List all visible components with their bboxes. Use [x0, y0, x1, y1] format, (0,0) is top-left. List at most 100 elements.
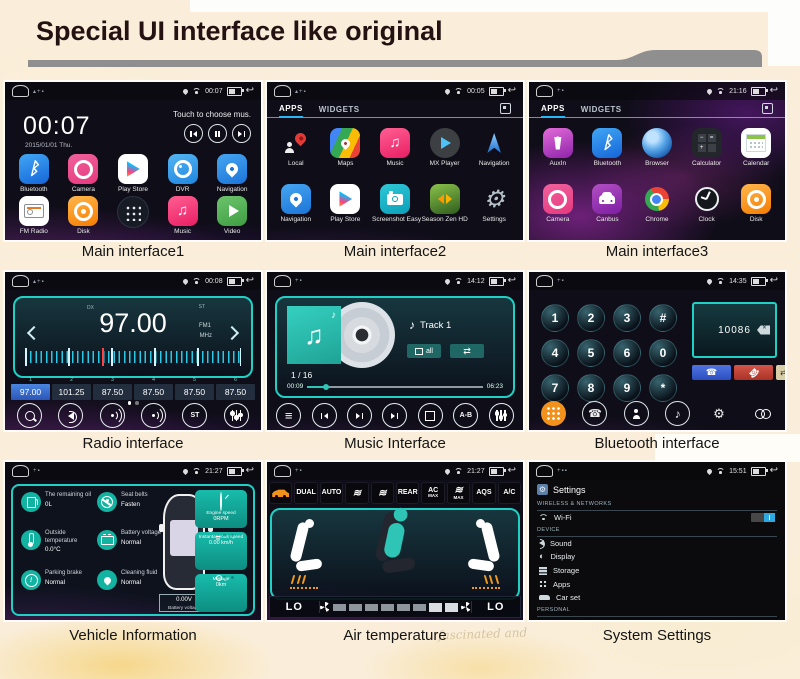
- app-calendar[interactable]: Calendar: [733, 128, 779, 167]
- repeat-all-button[interactable]: all: [407, 344, 441, 358]
- dialpad-tab[interactable]: [541, 401, 566, 426]
- pause-button[interactable]: [208, 124, 227, 143]
- key-6[interactable]: 6: [613, 339, 641, 367]
- hangup-button[interactable]: [734, 365, 773, 380]
- tab-apps[interactable]: APPS: [279, 104, 303, 118]
- equalizer-button[interactable]: [489, 403, 514, 428]
- app-bluetooth[interactable]: Bluetooth: [11, 154, 57, 193]
- home-icon[interactable]: [536, 275, 553, 287]
- key-0[interactable]: 0: [649, 339, 677, 367]
- key-9[interactable]: 9: [613, 374, 641, 402]
- bt-settings-tab[interactable]: [706, 401, 731, 426]
- app-play-store[interactable]: Play Store: [322, 184, 368, 223]
- market-icon[interactable]: [500, 103, 511, 114]
- ab-repeat-button[interactable]: A-B: [453, 403, 478, 428]
- aqs-button[interactable]: AQS: [472, 482, 495, 504]
- prev-track-button[interactable]: [184, 124, 203, 143]
- row-sound[interactable]: Sound: [529, 537, 785, 551]
- tab-apps[interactable]: APPS: [541, 104, 565, 118]
- app-video[interactable]: Video: [209, 196, 255, 235]
- row-car-set[interactable]: Car set: [529, 591, 785, 605]
- app-navigation[interactable]: Navigation: [273, 184, 319, 223]
- row-apps[interactable]: Apps: [529, 577, 785, 591]
- pty-button[interactable]: [141, 403, 166, 428]
- prev-button[interactable]: [312, 403, 337, 428]
- home-icon[interactable]: [536, 465, 553, 477]
- key-hash[interactable]: #: [649, 304, 677, 332]
- row-wifi[interactable]: Wi-Fi: [529, 511, 785, 525]
- audio-transfer-button[interactable]: [776, 365, 785, 380]
- rds-button[interactable]: [100, 403, 125, 428]
- key-star[interactable]: *: [649, 374, 677, 402]
- app-settings[interactable]: Settings: [471, 184, 517, 223]
- app-navigation-arrow[interactable]: Navigation: [471, 128, 517, 167]
- app-camera[interactable]: Camera: [60, 154, 106, 193]
- back-icon[interactable]: ↩: [246, 276, 254, 286]
- app-screenshot-easy[interactable]: Screenshot Easy: [372, 184, 418, 223]
- dual-button[interactable]: DUAL: [294, 482, 317, 504]
- app-auxin[interactable]: AuxIn: [535, 128, 581, 167]
- app-fm-radio[interactable]: FM Radio: [11, 196, 57, 235]
- tab-widgets[interactable]: WIDGETS: [319, 105, 360, 117]
- preset-1[interactable]: 197.00: [11, 384, 50, 400]
- app-disk[interactable]: Disk: [733, 184, 779, 223]
- playlist-button[interactable]: [276, 403, 301, 428]
- auto-button[interactable]: AUTO: [320, 482, 343, 504]
- preset-6[interactable]: 687.50: [216, 384, 255, 400]
- back-icon[interactable]: ↩: [508, 466, 516, 476]
- tab-widgets[interactable]: WIDGETS: [581, 105, 622, 117]
- home-icon[interactable]: [274, 275, 291, 287]
- right-temp-value[interactable]: LO: [471, 601, 521, 613]
- stop-button[interactable]: [418, 403, 443, 428]
- contacts-tab[interactable]: [624, 401, 649, 426]
- call-log-tab[interactable]: [582, 401, 607, 426]
- app-local[interactable]: Local: [273, 128, 319, 167]
- app-maps[interactable]: Maps: [322, 128, 368, 167]
- wifi-toggle[interactable]: [751, 513, 775, 522]
- left-temp-value[interactable]: LO: [270, 601, 320, 613]
- key-4[interactable]: 4: [541, 339, 569, 367]
- max-fan-button[interactable]: MAX: [447, 482, 470, 504]
- home-icon[interactable]: [274, 465, 291, 477]
- home-icon[interactable]: [12, 275, 29, 287]
- frequency-ruler[interactable]: [25, 348, 241, 366]
- key-8[interactable]: 8: [577, 374, 605, 402]
- app-canbus[interactable]: Canbus: [584, 184, 630, 223]
- ac-max-button[interactable]: ACMAX: [421, 482, 444, 504]
- stereo-button[interactable]: ST: [182, 403, 207, 428]
- loudness-button[interactable]: [58, 403, 83, 428]
- next-track-button[interactable]: [232, 124, 251, 143]
- front-defrost-button[interactable]: [345, 482, 368, 504]
- shuffle-button[interactable]: [450, 344, 484, 358]
- key-2[interactable]: 2: [577, 304, 605, 332]
- home-icon[interactable]: [536, 85, 553, 97]
- key-7[interactable]: 7: [541, 374, 569, 402]
- app-mx-player[interactable]: MX Player: [422, 128, 468, 167]
- market-icon[interactable]: [762, 103, 773, 114]
- preset-2[interactable]: 2101.25: [52, 384, 91, 400]
- app-play-store[interactable]: Play Store: [110, 154, 156, 193]
- app-chrome[interactable]: Chrome: [634, 184, 680, 223]
- app-disk[interactable]: Disk: [60, 196, 106, 235]
- play-pause-button[interactable]: [347, 403, 372, 428]
- next-button[interactable]: [382, 403, 407, 428]
- passenger-seat[interactable]: [458, 522, 502, 574]
- preset-4[interactable]: 487.50: [134, 384, 173, 400]
- equalizer-button[interactable]: [224, 403, 249, 428]
- home-icon[interactable]: [12, 85, 29, 97]
- app-navigation[interactable]: Navigation: [209, 154, 255, 193]
- bt-music-tab[interactable]: [665, 401, 690, 426]
- windshield-defrost-button[interactable]: [371, 482, 394, 504]
- backspace-icon[interactable]: [757, 326, 770, 335]
- center-seat[interactable]: [373, 512, 428, 577]
- scan-button[interactable]: [17, 403, 42, 428]
- back-icon[interactable]: ↩: [246, 466, 254, 476]
- back-icon[interactable]: ↩: [770, 276, 778, 286]
- key-3[interactable]: 3: [613, 304, 641, 332]
- key-1[interactable]: 1: [541, 304, 569, 332]
- back-icon[interactable]: ↩: [770, 86, 778, 96]
- row-storage[interactable]: Storage: [529, 564, 785, 578]
- back-icon[interactable]: ↩: [508, 276, 516, 286]
- app-dvr[interactable]: DVR: [160, 154, 206, 193]
- fan-level-indicator[interactable]: [320, 602, 471, 612]
